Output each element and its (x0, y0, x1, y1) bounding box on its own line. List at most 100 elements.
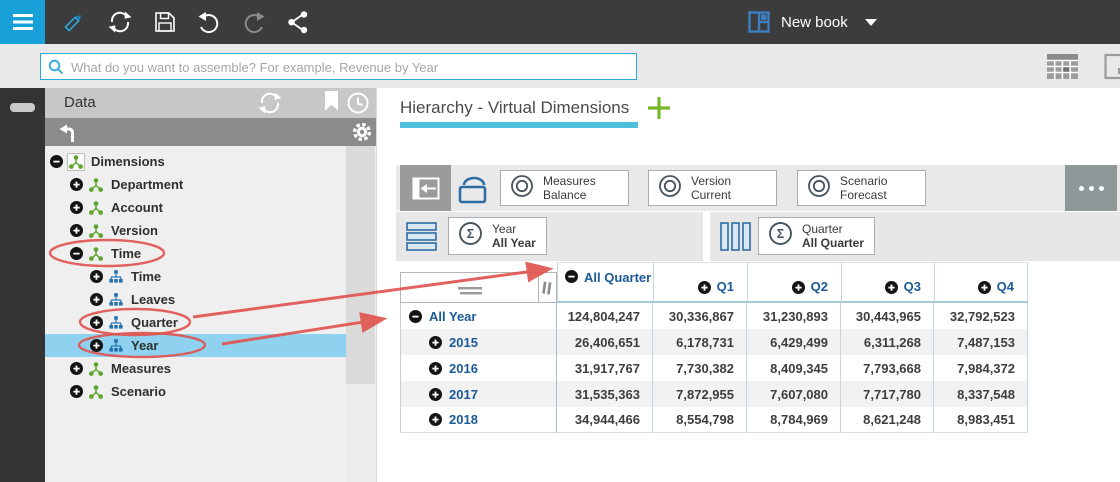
share-icon[interactable] (286, 10, 310, 34)
expand-icon[interactable] (70, 178, 83, 191)
history-clock-icon[interactable] (346, 91, 370, 120)
row-header-2016[interactable]: 2016 (400, 355, 557, 381)
filter-chip-version[interactable]: Version Current (648, 170, 777, 206)
expand-icon[interactable] (90, 293, 103, 306)
pivot-cell[interactable]: 8,621,248 (841, 407, 934, 433)
more-options-button[interactable] (1065, 165, 1117, 211)
expand-icon[interactable] (90, 270, 103, 283)
expand-icon[interactable] (90, 316, 103, 329)
expand-icon[interactable] (429, 336, 442, 349)
tree-item-department[interactable]: Department (45, 173, 347, 196)
tree-scrollbar[interactable] (346, 146, 375, 482)
tree-item-time-hierarchy[interactable]: Time (45, 265, 347, 288)
tree-item-measures[interactable]: Measures (45, 357, 347, 380)
collapse-icon[interactable] (50, 155, 63, 168)
pivot-cell[interactable]: 8,409,345 (747, 355, 841, 381)
panel-collapse-handle[interactable] (10, 103, 35, 112)
pivot-cell[interactable]: 31,535,363 (557, 381, 653, 407)
tree-item-time[interactable]: Time (45, 242, 347, 265)
pivot-cell[interactable]: 7,487,153 (934, 329, 1028, 355)
pivot-cell[interactable]: 7,607,080 (747, 381, 841, 407)
pivot-cell[interactable]: 124,804,247 (557, 303, 653, 329)
pivot-cell[interactable]: 31,230,893 (747, 303, 841, 329)
save-icon[interactable] (153, 10, 177, 34)
collapse-designer-button[interactable] (400, 165, 451, 211)
pivot-cell[interactable]: 26,406,651 (557, 329, 653, 355)
expand-icon[interactable] (792, 281, 805, 294)
pivot-cell[interactable]: 6,429,499 (747, 329, 841, 355)
refresh-icon[interactable] (108, 10, 132, 34)
back-arrow-icon[interactable] (58, 122, 80, 148)
edit-pencil-icon[interactable] (62, 10, 86, 34)
expand-icon[interactable] (885, 281, 898, 294)
column-header-all-quarter[interactable]: All Quarter (557, 262, 653, 303)
cube-icon[interactable] (456, 172, 492, 211)
pivot-cell[interactable]: 8,983,451 (934, 407, 1028, 433)
settings-gear-icon[interactable] (351, 121, 373, 148)
pivot-cell[interactable]: 8,337,548 (934, 381, 1028, 407)
expand-icon[interactable] (429, 388, 442, 401)
collapse-icon[interactable] (409, 310, 422, 323)
pivot-cell[interactable]: 6,178,731 (653, 329, 747, 355)
chevron-down-icon[interactable] (865, 19, 877, 26)
tree-item-scenario[interactable]: Scenario (45, 380, 347, 403)
bookmark-icon[interactable] (325, 91, 338, 116)
pivot-cell[interactable]: 8,554,798 (653, 407, 747, 433)
pivot-cell[interactable]: 30,336,867 (653, 303, 747, 329)
pivot-cell[interactable]: 34,944,466 (557, 407, 653, 433)
column-header-q3[interactable]: Q3 (841, 262, 934, 303)
tree-item-dimensions[interactable]: Dimensions (45, 150, 347, 173)
expand-icon[interactable] (70, 362, 83, 375)
pivot-cell[interactable]: 7,984,372 (934, 355, 1028, 381)
filter-chip-scenario[interactable]: Scenario Forecast (797, 170, 926, 206)
scrollbar-thumb[interactable] (346, 146, 375, 384)
spreadsheet-icon[interactable] (1046, 52, 1080, 86)
book-switcher[interactable]: New book (748, 0, 877, 44)
pivot-cell[interactable]: 7,793,668 (841, 355, 934, 381)
expand-icon[interactable] (698, 281, 711, 294)
undo-icon[interactable] (197, 10, 221, 34)
pivot-cell[interactable]: 8,784,969 (747, 407, 841, 433)
pivot-cell[interactable]: 32,792,523 (934, 303, 1028, 329)
pivot-cell[interactable]: 31,917,767 (557, 355, 653, 381)
expand-icon[interactable] (90, 339, 103, 352)
row-header-2018[interactable]: 2018 (400, 407, 557, 433)
column-header-q2[interactable]: Q2 (747, 262, 841, 303)
row-header-all-year[interactable]: All Year (400, 303, 557, 329)
hamburger-menu-button[interactable] (0, 0, 45, 44)
expand-icon[interactable] (978, 281, 991, 294)
filter-chip-measures[interactable]: Measures Balance (500, 170, 629, 206)
collapse-icon[interactable] (70, 247, 83, 260)
row-header-2015[interactable]: 2015 (400, 329, 557, 355)
pivot-splitter-cell[interactable] (538, 262, 557, 303)
expand-icon[interactable] (70, 224, 83, 237)
tree-item-account[interactable]: Account (45, 196, 347, 219)
refresh-icon[interactable] (258, 91, 282, 120)
row-header-label: All Year (429, 309, 476, 324)
clipped-panel-icon[interactable] (1104, 53, 1120, 85)
collapse-icon[interactable] (565, 270, 578, 283)
expand-icon[interactable] (429, 362, 442, 375)
column-header-q4[interactable]: Q4 (934, 262, 1028, 303)
expand-icon[interactable] (70, 385, 83, 398)
pivot-cell[interactable]: 6,311,268 (841, 329, 934, 355)
redo-icon[interactable] (242, 10, 266, 34)
tree-item-leaves[interactable]: Leaves (45, 288, 347, 311)
search-input[interactable] (69, 54, 633, 81)
pivot-cell[interactable]: 7,730,382 (653, 355, 747, 381)
pivot-cell[interactable]: 7,872,955 (653, 381, 747, 407)
rows-axis-chip[interactable]: Σ Year All Year (448, 217, 547, 255)
tree-item-year[interactable]: Year (45, 334, 347, 357)
pivot-cell[interactable]: 30,443,965 (841, 303, 934, 329)
column-header-q1[interactable]: Q1 (653, 262, 747, 303)
columns-axis-chip[interactable]: Σ Quarter All Quarter (758, 217, 875, 255)
tree-item-quarter[interactable]: Quarter (45, 311, 347, 334)
row-header-2017[interactable]: 2017 (400, 381, 557, 407)
expand-icon[interactable] (70, 201, 83, 214)
element-circle-icon (509, 173, 535, 204)
tree-item-version[interactable]: Version (45, 219, 347, 242)
drag-handle-icon[interactable] (458, 287, 482, 295)
pivot-cell[interactable]: 7,717,780 (841, 381, 934, 407)
expand-icon[interactable] (429, 413, 442, 426)
add-sheet-button[interactable] (646, 95, 672, 126)
